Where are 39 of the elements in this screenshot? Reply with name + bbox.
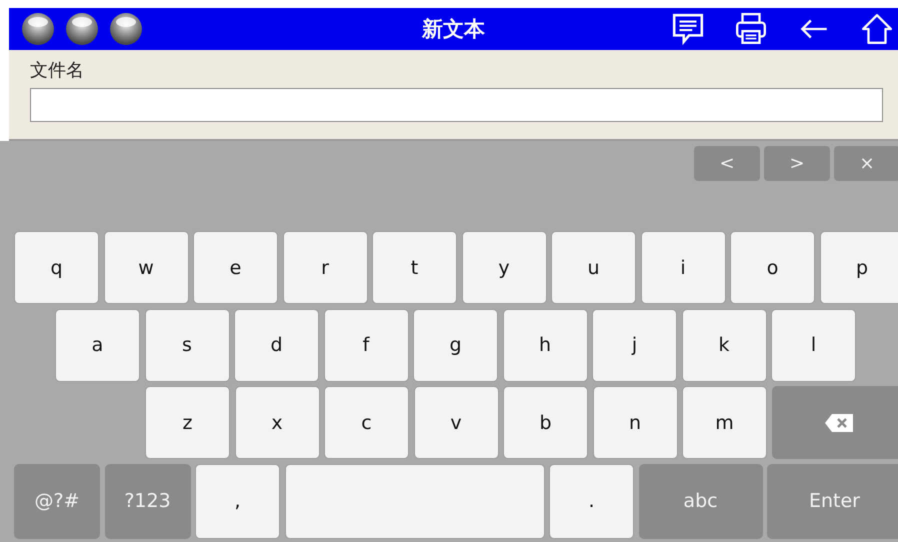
backspace-key[interactable] [772, 386, 898, 459]
letter-key[interactable]: y [462, 231, 546, 304]
letter-key[interactable]: f [324, 308, 408, 382]
filename-field[interactable] [30, 88, 883, 122]
letter-key[interactable]: d [234, 308, 319, 382]
letter-key[interactable]: e [193, 231, 278, 304]
field-label: 文件名 [30, 60, 85, 82]
letter-key[interactable]: v [414, 386, 498, 459]
letter-key[interactable]: , [195, 464, 280, 538]
letter-key[interactable]: j [592, 308, 677, 382]
orb-icon[interactable] [65, 12, 99, 46]
letter-key[interactable]: w [104, 231, 188, 304]
letter-key[interactable]: h [502, 308, 588, 382]
letter-key[interactable]: u [551, 231, 636, 304]
letter-key[interactable]: l [771, 308, 856, 382]
letter-key[interactable]: i [640, 231, 726, 304]
letter-key[interactable]: . [549, 464, 634, 538]
letter-key[interactable]: n [592, 386, 678, 459]
message-icon[interactable] [671, 12, 705, 46]
letter-key[interactable]: t [372, 231, 457, 304]
orb-icon[interactable] [21, 12, 55, 46]
letter-key[interactable]: z [145, 386, 230, 459]
letter-key[interactable]: q [14, 231, 99, 304]
letter-key[interactable]: k [682, 308, 766, 382]
letter-key[interactable]: s [144, 308, 230, 382]
letter-key[interactable]: a [55, 308, 140, 382]
letter-key[interactable]: p [820, 231, 898, 304]
printer-icon[interactable] [734, 12, 768, 46]
letter-key[interactable]: r [282, 231, 368, 304]
letter-key[interactable]: m [682, 386, 767, 459]
letter-key[interactable]: b [503, 386, 588, 459]
window-title: 新文本 [420, 15, 486, 43]
letter-key[interactable]: o [730, 231, 815, 304]
home-icon[interactable] [860, 12, 894, 46]
letter-key[interactable]: c [324, 386, 409, 459]
orb-icon[interactable] [109, 12, 143, 46]
backspace-icon [824, 412, 854, 432]
letter-key[interactable]: g [413, 308, 498, 382]
letter-key[interactable]: x [234, 386, 320, 459]
